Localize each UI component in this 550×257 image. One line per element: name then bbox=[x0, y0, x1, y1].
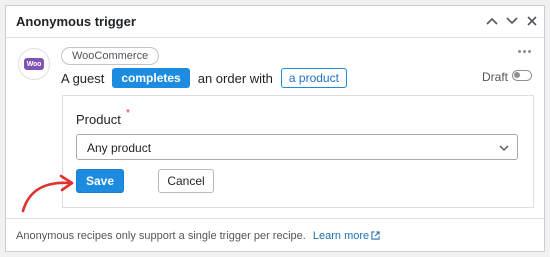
woo-badge: Woo bbox=[24, 58, 44, 70]
chevron-up-icon[interactable] bbox=[483, 12, 501, 30]
footer-note-wrap: Anonymous recipes only support a single … bbox=[16, 230, 380, 242]
sentence-middle: an order with bbox=[197, 70, 273, 86]
sentence-prefix: A guest bbox=[61, 70, 105, 86]
status-label: Draft bbox=[482, 70, 509, 84]
object-token[interactable]: a product bbox=[280, 68, 347, 88]
panel-header: Anonymous trigger bbox=[6, 6, 544, 38]
chevron-down-icon bbox=[499, 145, 509, 151]
external-link-icon bbox=[371, 231, 380, 240]
toggle-knob bbox=[514, 72, 520, 78]
trigger-sentence: A guest completes an order with a produc… bbox=[61, 67, 347, 89]
learn-more-link[interactable]: Learn more bbox=[313, 230, 380, 242]
save-button[interactable]: Save bbox=[76, 169, 124, 193]
annotation-arrow bbox=[21, 174, 74, 213]
trigger-form: Product * Any product Save Cancel bbox=[62, 95, 534, 208]
panel-title: Anonymous trigger bbox=[16, 14, 136, 29]
draft-toggle[interactable] bbox=[512, 70, 532, 81]
learn-more-label: Learn more bbox=[312, 230, 370, 242]
more-options-icon[interactable] bbox=[516, 46, 532, 56]
panel-footer: Anonymous recipes only support a single … bbox=[6, 218, 544, 251]
integration-tag: WooCommerce bbox=[61, 47, 160, 65]
close-icon[interactable] bbox=[523, 12, 541, 30]
action-token[interactable]: completes bbox=[112, 68, 190, 88]
woocommerce-icon: Woo bbox=[18, 48, 50, 80]
cancel-button[interactable]: Cancel bbox=[158, 169, 214, 193]
product-select-value: Any product bbox=[87, 141, 152, 155]
trigger-panel: Anonymous trigger Woo WooCommerce A gues… bbox=[5, 5, 545, 252]
chevron-down-icon[interactable] bbox=[503, 12, 521, 30]
product-field-label: Product bbox=[76, 112, 121, 127]
required-marker: * bbox=[126, 108, 130, 119]
footer-note: Anonymous recipes only support a single … bbox=[16, 230, 306, 242]
product-select[interactable]: Any product bbox=[76, 134, 518, 160]
